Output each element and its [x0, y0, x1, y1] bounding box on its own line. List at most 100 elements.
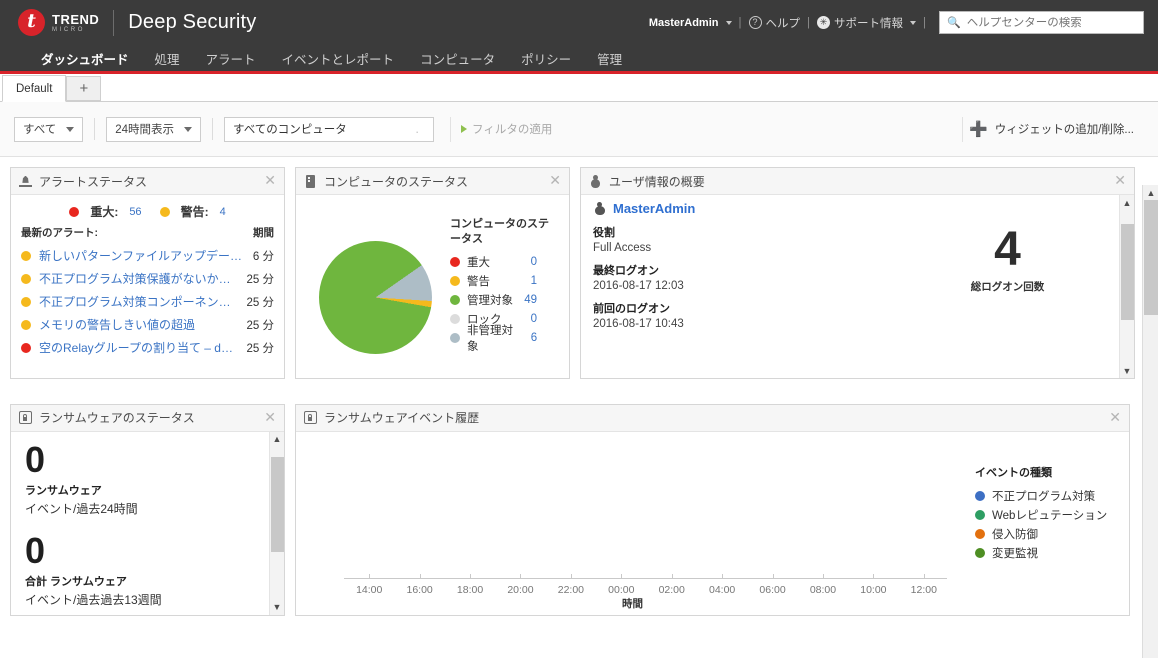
scrollbar-thumb[interactable]: [271, 457, 284, 552]
nav-item-events-reports[interactable]: イベントとレポート: [269, 49, 408, 68]
scroll-up-icon[interactable]: ▲: [1120, 195, 1135, 210]
scroll-down-icon[interactable]: ▼: [1120, 363, 1135, 378]
header-right-controls: MasterAdmin | ? ヘルプ | ✳ サポート情報 | 🔍: [649, 11, 1144, 34]
chart-x-tick: [520, 574, 521, 579]
legend-value[interactable]: 0: [531, 313, 559, 325]
server-icon: [304, 175, 317, 188]
ransomware-history-chart[interactable]: 時間 14:0016:0018:0020:0022:0000:0002:0004…: [296, 432, 969, 615]
scroll-down-icon[interactable]: ▼: [270, 600, 285, 615]
alert-time: 25 分: [247, 271, 275, 287]
user-name[interactable]: MasterAdmin: [613, 201, 695, 216]
clear-icon[interactable]: ·: [415, 124, 425, 134]
legend-row[interactable]: 侵入防御: [975, 525, 1129, 544]
close-icon[interactable]: ✕: [549, 174, 561, 188]
nav-item-policies[interactable]: ポリシー: [508, 49, 584, 68]
computer-status-pie-chart[interactable]: [319, 241, 432, 354]
widget-ransomware-status-body: 0 ランサムウェア イベント/過去24時間 0 合計 ランサムウェア イベント/…: [11, 432, 284, 615]
alert-text[interactable]: 不正プログラム対策保護がないか…: [39, 270, 239, 287]
help-link[interactable]: ? ヘルプ: [749, 15, 801, 31]
chart-x-tick: [722, 574, 723, 579]
legend-row[interactable]: Webレピュテーション: [975, 506, 1129, 525]
legend-value[interactable]: 6: [531, 332, 559, 344]
warning-label: 警告:: [181, 203, 209, 220]
scope-dropdown-label: すべて: [23, 121, 56, 137]
chevron-down-icon: [184, 127, 192, 132]
legend-value[interactable]: 0: [531, 256, 559, 268]
close-icon[interactable]: ✕: [1114, 174, 1126, 188]
support-menu[interactable]: ✳ サポート情報: [817, 15, 916, 31]
alert-summary-counts: 重大: 56 警告: 4: [11, 195, 284, 223]
warning-value[interactable]: 4: [220, 206, 226, 218]
brand-logo[interactable]: t TREND MICRO: [18, 9, 99, 36]
alert-row[interactable]: 不正プログラム対策保護がないか… 25 分: [21, 267, 274, 290]
user-icon: [589, 175, 602, 188]
add-tab-button[interactable]: +: [66, 76, 101, 101]
scope-dropdown[interactable]: すべて: [14, 117, 83, 142]
ransomware-status-scrollbar[interactable]: ▲ ▼: [269, 432, 284, 615]
last-logon-value: 2016-08-17 12:03: [593, 280, 881, 292]
nav-item-alerts[interactable]: アラート: [193, 49, 269, 68]
scrollbar-thumb[interactable]: [1121, 224, 1134, 320]
timerange-dropdown[interactable]: 24時間表示: [106, 117, 201, 142]
critical-dot-icon: [69, 207, 79, 217]
alert-text[interactable]: メモリの警告しきい値の超過: [39, 316, 239, 333]
tab-default[interactable]: Default: [2, 75, 66, 102]
help-search-input[interactable]: [967, 17, 1136, 29]
help-label: ヘルプ: [766, 15, 801, 31]
scrollbar-track[interactable]: [1120, 210, 1135, 363]
ransomware-total-line2: イベント/過去過去13週間: [25, 591, 284, 608]
help-search-box[interactable]: 🔍: [939, 11, 1144, 34]
alert-text[interactable]: 新しいパターンファイルアップデー…: [39, 247, 245, 264]
critical-value[interactable]: 56: [129, 206, 141, 218]
apply-filter-button[interactable]: フィルタの適用: [450, 117, 562, 142]
nav-item-dashboard[interactable]: ダッシュボード: [28, 49, 142, 68]
ransomware-total-block: 0 合計 ランサムウェア イベント/過去過去13週間: [25, 533, 284, 608]
alert-row[interactable]: 空のRelayグループの割り当て – d… 25 分: [21, 336, 274, 359]
alert-row[interactable]: メモリの警告しきい値の超過 25 分: [21, 313, 274, 336]
nav-item-actions[interactable]: 処理: [142, 49, 193, 68]
dashboard-widget-area: アラートステータス ✕ 重大: 56 警告: 4 最新のアラート: 期間: [0, 157, 1158, 630]
page-scrollbar[interactable]: ▲: [1142, 185, 1158, 658]
chart-x-tick: [470, 574, 471, 579]
legend-label: 変更監視: [992, 545, 1038, 561]
brand-name: TREND: [52, 13, 99, 26]
widget-ransomware-history-header: ランサムウェアイベント履歴 ✕: [296, 405, 1129, 432]
legend-value[interactable]: 49: [524, 294, 559, 306]
plus-icon: ➕: [969, 122, 988, 137]
nav-item-administration[interactable]: 管理: [584, 49, 635, 68]
unmanaged-dot-icon: [450, 333, 460, 343]
alert-time: 25 分: [247, 294, 275, 310]
scroll-up-icon[interactable]: ▲: [1143, 185, 1158, 200]
legend-value[interactable]: 1: [531, 275, 559, 287]
chart-x-tick-label: 12:00: [911, 584, 937, 596]
anti-malware-dot-icon: [975, 491, 985, 501]
widget-ransomware-history: ランサムウェアイベント履歴 ✕ 時間 14:0016:0018:0020:002…: [295, 404, 1130, 616]
nav-item-computers[interactable]: コンピュータ: [407, 49, 508, 68]
recent-alerts-label: 最新のアラート:: [21, 225, 98, 240]
alert-row[interactable]: 新しいパターンファイルアップデー… 6 分: [21, 244, 274, 267]
warning-dot-icon: [21, 251, 31, 261]
previous-logon-value: 2016-08-17 10:43: [593, 318, 881, 330]
user-menu-label: MasterAdmin: [649, 17, 719, 29]
alert-text[interactable]: 空のRelayグループの割り当て – d…: [39, 339, 239, 356]
close-icon[interactable]: ✕: [264, 174, 276, 188]
user-menu[interactable]: MasterAdmin: [649, 17, 732, 29]
scrollbar-track[interactable]: [270, 447, 285, 600]
critical-count-group: 重大: 56: [69, 203, 141, 220]
legend-row[interactable]: 変更監視: [975, 544, 1129, 563]
computer-filter-input[interactable]: すべてのコンピュータ ·: [224, 117, 434, 142]
alert-text[interactable]: 不正プログラム対策コンポーネン…: [39, 293, 239, 310]
chart-x-tick-label: 02:00: [659, 584, 685, 596]
scroll-up-icon[interactable]: ▲: [270, 432, 285, 447]
legend-row[interactable]: 不正プログラム対策: [975, 487, 1129, 506]
user-info-scrollbar[interactable]: ▲ ▼: [1119, 195, 1134, 378]
legend-title: コンピュータのステータス: [450, 217, 555, 247]
chart-x-tick-label: 22:00: [558, 584, 584, 596]
page-scrollbar-thumb[interactable]: [1144, 200, 1158, 315]
alert-time: 6 分: [253, 248, 274, 264]
alert-row[interactable]: 不正プログラム対策コンポーネン… 25 分: [21, 290, 274, 313]
close-icon[interactable]: ✕: [264, 411, 276, 425]
close-icon[interactable]: ✕: [1109, 411, 1121, 425]
add-remove-widget-button[interactable]: ➕ ウィジェットの追加/削除...: [962, 117, 1144, 142]
brand-subname: MICRO: [52, 27, 99, 33]
